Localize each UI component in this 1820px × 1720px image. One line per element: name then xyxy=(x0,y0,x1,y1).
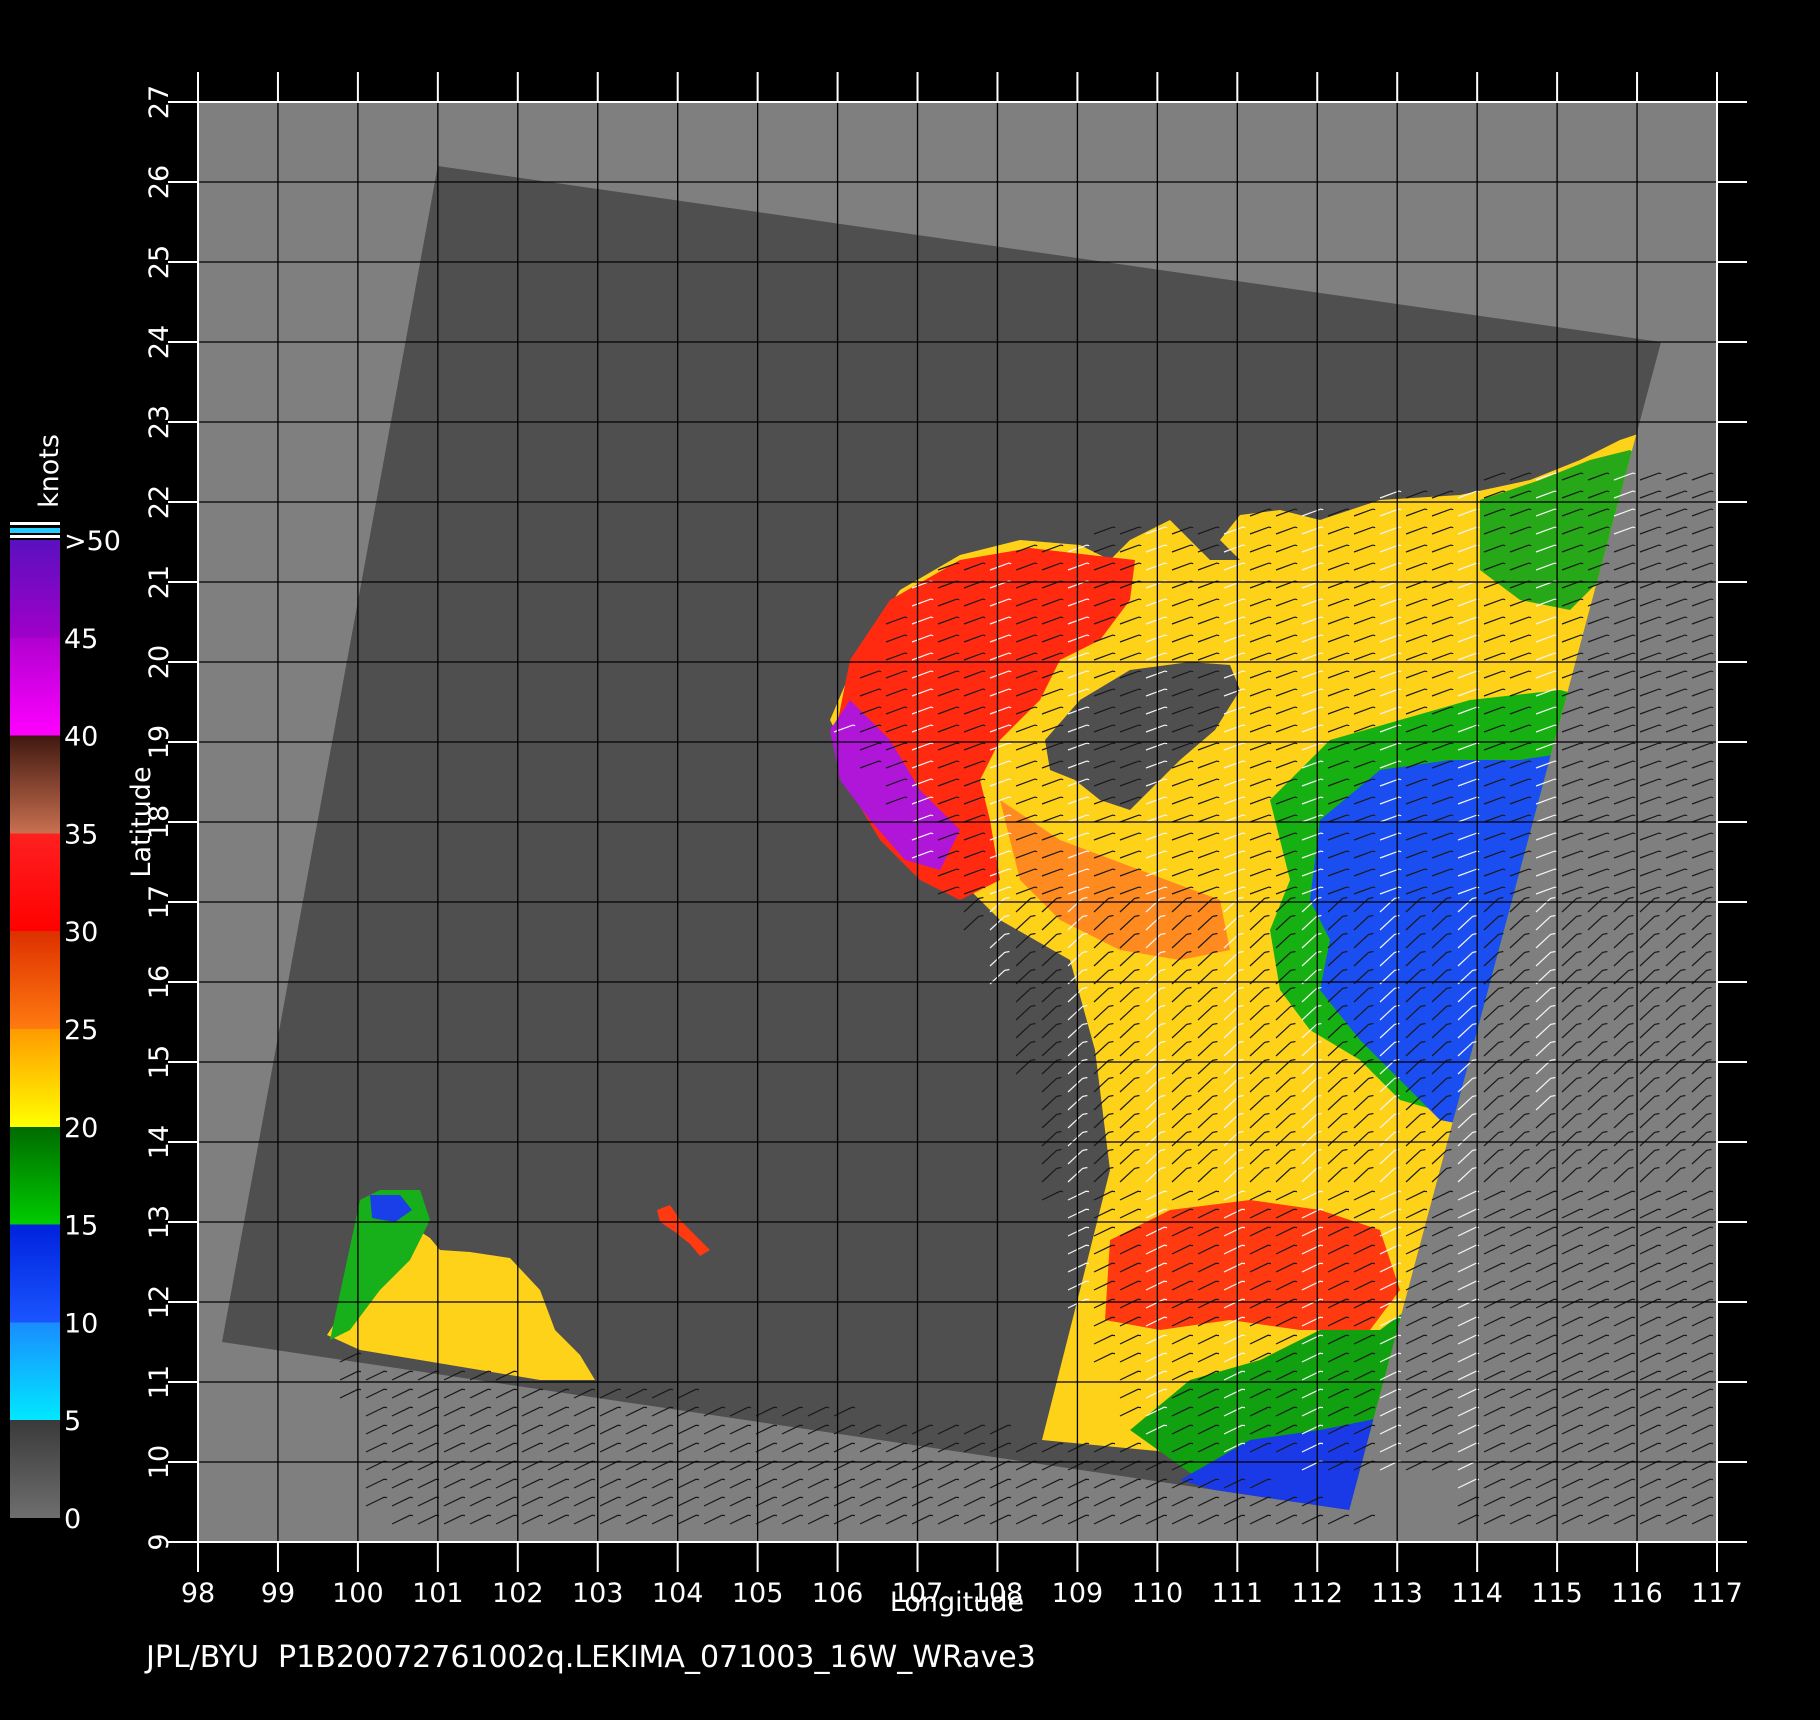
y-tick-label: 24 xyxy=(144,325,175,359)
colorbar-cap-white xyxy=(10,522,60,525)
x-tick-label: 104 xyxy=(652,1578,704,1609)
y-tick-label: 16 xyxy=(144,965,175,999)
y-tick-label: 15 xyxy=(144,1045,175,1079)
y-tick-label: 20 xyxy=(144,645,175,679)
colorbar-cap-white-2 xyxy=(10,535,60,538)
x-tick-label: 103 xyxy=(572,1578,624,1609)
x-tick-label: 105 xyxy=(732,1578,784,1609)
y-tick-label: 22 xyxy=(144,485,175,519)
colorbar-unit: knots xyxy=(34,434,65,508)
x-tick-label: 112 xyxy=(1291,1578,1343,1609)
x-tick-label: 99 xyxy=(261,1578,295,1609)
x-tick-label: 115 xyxy=(1531,1578,1583,1609)
colorbar-label: 5 xyxy=(64,1406,81,1437)
colorbar-label: 35 xyxy=(64,819,98,850)
y-tick-label: 21 xyxy=(144,565,175,599)
y-tick-label: 10 xyxy=(144,1445,175,1479)
y-tick-label: 12 xyxy=(144,1285,175,1319)
y-tick-label: 19 xyxy=(144,725,175,759)
x-tick-label: 100 xyxy=(332,1578,384,1609)
x-tick-label: 116 xyxy=(1611,1578,1663,1609)
x-tick-label: 109 xyxy=(1052,1578,1104,1609)
y-tick-label: 23 xyxy=(144,405,175,439)
y-tick-label: 17 xyxy=(144,885,175,919)
colorbar-label: 40 xyxy=(64,722,98,753)
colorbar-label: 30 xyxy=(64,917,98,948)
footer-caption: JPL/BYU P1B20072761002q.LEKIMA_071003_16… xyxy=(146,1640,1036,1675)
y-tick-label: 14 xyxy=(144,1125,175,1159)
colorbar-label: 20 xyxy=(64,1113,98,1144)
colorbar-label: 45 xyxy=(64,624,98,655)
colorbar: knots 0 5 10 15 20 25 30 35 40 45 >50 xyxy=(10,434,121,1535)
scatterometer-wind-map: 98 99 100 101 102 103 104 105 106 107 108 109 110 111… xyxy=(10,72,1747,1618)
x-tick-label: 111 xyxy=(1212,1578,1264,1609)
x-tick-label: 98 xyxy=(181,1578,215,1609)
x-tick-label: 113 xyxy=(1371,1578,1423,1609)
y-tick-label: 13 xyxy=(144,1205,175,1239)
y-tick-label: 27 xyxy=(144,85,175,119)
x-tick-label: 106 xyxy=(812,1578,864,1609)
x-tick-label: 110 xyxy=(1132,1578,1184,1609)
colorbar-ramp xyxy=(10,540,60,1518)
y-axis-label: Latitude xyxy=(126,766,157,877)
y-tick-label: 9 xyxy=(144,1533,175,1550)
x-tick-label: 102 xyxy=(492,1578,544,1609)
colorbar-label: 15 xyxy=(64,1211,98,1242)
x-tick-label: 114 xyxy=(1451,1578,1503,1609)
y-tick-label: 25 xyxy=(144,245,175,279)
colorbar-label: 25 xyxy=(64,1015,98,1046)
colorbar-labels: 0 5 10 15 20 25 30 35 40 45 >50 xyxy=(64,526,121,1535)
colorbar-label: 10 xyxy=(64,1308,98,1339)
colorbar-label: 0 xyxy=(64,1504,81,1535)
colorbar-label: >50 xyxy=(64,526,121,557)
x-tick-label: 117 xyxy=(1691,1578,1743,1609)
x-axis-label: Longitude xyxy=(890,1587,1024,1618)
colorbar-cap-cyan xyxy=(10,528,60,533)
x-tick-label: 101 xyxy=(412,1578,464,1609)
y-tick-label: 26 xyxy=(144,165,175,199)
y-tick-label: 11 xyxy=(144,1365,175,1399)
